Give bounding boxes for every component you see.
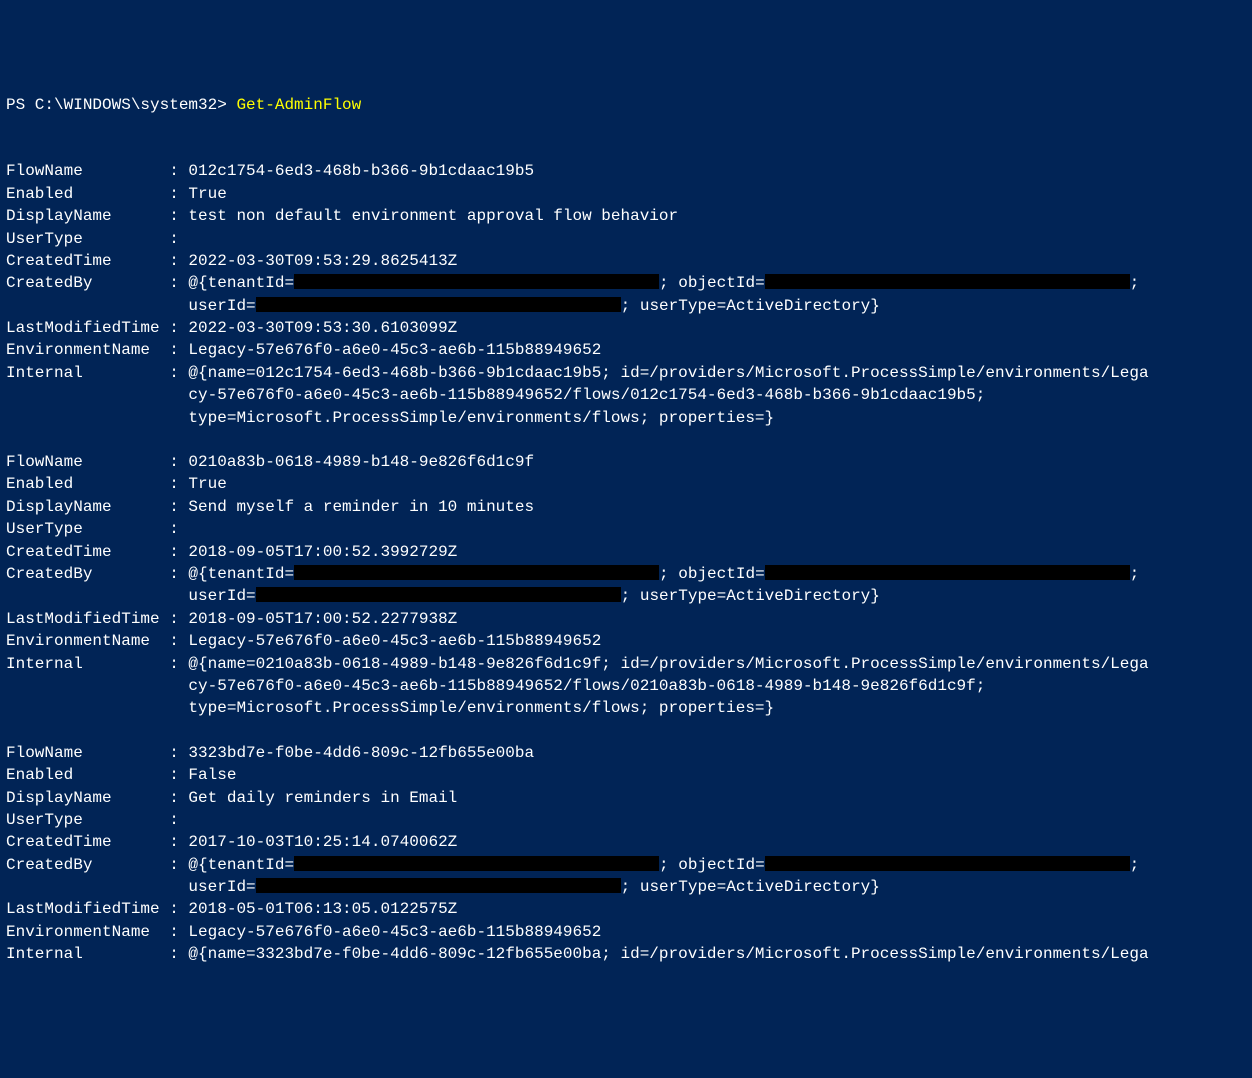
redacted-object-id (765, 274, 1130, 289)
property-LastModifiedTime: LastModifiedTime : 2018-09-05T17:00:52.2… (6, 608, 1246, 630)
prompt-line[interactable]: PS C:\WINDOWS\system32> Get-AdminFlow (6, 94, 1246, 116)
property-CreatedTime: CreatedTime : 2022-03-30T09:53:29.862541… (6, 250, 1246, 272)
property-Enabled: Enabled : True (6, 473, 1246, 495)
property-FlowName: FlowName : 3323bd7e-f0be-4dd6-809c-12fb6… (6, 742, 1246, 764)
property-LastModifiedTime: LastModifiedTime : 2018-05-01T06:13:05.0… (6, 898, 1246, 920)
redacted-object-id (765, 565, 1130, 580)
property-EnvironmentName: EnvironmentName : Legacy-57e676f0-a6e0-4… (6, 921, 1246, 943)
property-UserType: UserType : (6, 228, 1246, 250)
property-CreatedBy-cont: userId=; userType=ActiveDirectory} (6, 876, 1246, 898)
property-FlowName: FlowName : 012c1754-6ed3-468b-b366-9b1cd… (6, 160, 1246, 182)
flow-record: FlowName : 0210a83b-0618-4989-b148-9e826… (6, 451, 1246, 720)
redacted-user-id (256, 878, 621, 893)
redacted-tenant-id (294, 565, 659, 580)
property-CreatedBy-cont: userId=; userType=ActiveDirectory} (6, 295, 1246, 317)
property-CreatedTime: CreatedTime : 2017-10-03T10:25:14.074006… (6, 831, 1246, 853)
property-DisplayName: DisplayName : test non default environme… (6, 205, 1246, 227)
property-Enabled: Enabled : True (6, 183, 1246, 205)
prompt-command: Get-AdminFlow (236, 96, 361, 114)
property-CreatedBy: CreatedBy : @{tenantId=; objectId=; (6, 563, 1246, 585)
redacted-user-id (256, 587, 621, 602)
prompt-path: PS C:\WINDOWS\system32> (6, 96, 236, 114)
property-CreatedBy: CreatedBy : @{tenantId=; objectId=; (6, 272, 1246, 294)
property-Enabled: Enabled : False (6, 764, 1246, 786)
property-Internal-cont: cy-57e676f0-a6e0-45c3-ae6b-115b88949652/… (6, 384, 1246, 406)
redacted-tenant-id (294, 274, 659, 289)
property-DisplayName: DisplayName : Send myself a reminder in … (6, 496, 1246, 518)
property-CreatedTime: CreatedTime : 2018-09-05T17:00:52.399272… (6, 541, 1246, 563)
property-Internal: Internal : @{name=0210a83b-0618-4989-b14… (6, 653, 1246, 675)
redacted-object-id (765, 856, 1130, 871)
flow-record: FlowName : 3323bd7e-f0be-4dd6-809c-12fb6… (6, 742, 1246, 966)
property-Internal-cont: cy-57e676f0-a6e0-45c3-ae6b-115b88949652/… (6, 675, 1246, 697)
property-CreatedBy: CreatedBy : @{tenantId=; objectId=; (6, 854, 1246, 876)
property-EnvironmentName: EnvironmentName : Legacy-57e676f0-a6e0-4… (6, 339, 1246, 361)
property-Internal-cont: type=Microsoft.ProcessSimple/environment… (6, 407, 1246, 429)
redacted-tenant-id (294, 856, 659, 871)
property-Internal: Internal : @{name=012c1754-6ed3-468b-b36… (6, 362, 1246, 384)
property-FlowName: FlowName : 0210a83b-0618-4989-b148-9e826… (6, 451, 1246, 473)
property-UserType: UserType : (6, 809, 1246, 831)
property-UserType: UserType : (6, 518, 1246, 540)
property-CreatedBy-cont: userId=; userType=ActiveDirectory} (6, 585, 1246, 607)
output-area: FlowName : 012c1754-6ed3-468b-b366-9b1cd… (6, 160, 1246, 965)
property-Internal-cont: type=Microsoft.ProcessSimple/environment… (6, 697, 1246, 719)
property-DisplayName: DisplayName : Get daily reminders in Ema… (6, 787, 1246, 809)
property-EnvironmentName: EnvironmentName : Legacy-57e676f0-a6e0-4… (6, 630, 1246, 652)
property-LastModifiedTime: LastModifiedTime : 2022-03-30T09:53:30.6… (6, 317, 1246, 339)
redacted-user-id (256, 297, 621, 312)
property-Internal: Internal : @{name=3323bd7e-f0be-4dd6-809… (6, 943, 1246, 965)
flow-record: FlowName : 012c1754-6ed3-468b-b366-9b1cd… (6, 160, 1246, 429)
